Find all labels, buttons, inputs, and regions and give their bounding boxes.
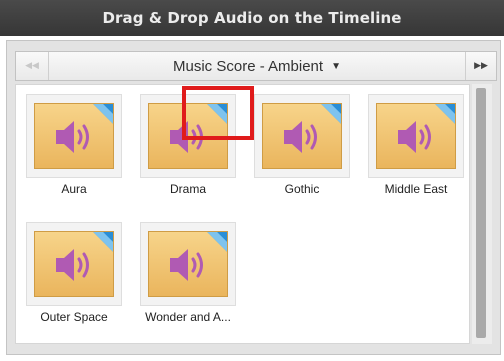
category-bar: ◀◀ Music Score - Ambient ▼ ▶▶ (15, 51, 497, 81)
audio-thumbnail[interactable] (26, 222, 122, 306)
audio-thumbnail[interactable] (140, 222, 236, 306)
speaker-icon-wrap (168, 246, 210, 288)
audio-item-label: Aura (61, 182, 87, 196)
speaker-icon (56, 249, 89, 281)
category-label: Music Score - Ambient (173, 57, 324, 75)
audio-thumbnail[interactable] (26, 94, 122, 178)
speaker-icon (398, 121, 431, 153)
scrollbar[interactable] (472, 84, 492, 344)
audio-thumbnail[interactable] (368, 94, 464, 178)
audio-item-label: Gothic (284, 182, 320, 196)
window-title: Drag & Drop Audio on the Timeline (0, 0, 504, 36)
audio-tile (148, 231, 228, 297)
blue-corner-icon (93, 104, 113, 124)
speaker-icon (170, 249, 203, 281)
blue-corner-icon (93, 232, 113, 252)
audio-tile (376, 103, 456, 169)
audio-item[interactable]: Middle East (368, 94, 464, 196)
speaker-icon-wrap (54, 118, 96, 160)
audio-item-label: Drama (169, 182, 206, 196)
scrollbar-thumb[interactable] (476, 88, 486, 338)
chevron-down-icon: ▼ (331, 60, 341, 72)
speaker-icon (284, 121, 317, 153)
audio-item-label: Wonder and A... (145, 310, 231, 324)
speaker-icon-wrap (396, 118, 438, 160)
audio-item[interactable]: Aura (26, 94, 122, 196)
fast-forward-icon: ▶▶ (474, 61, 488, 71)
audio-tile (262, 103, 342, 169)
audio-thumbnail[interactable] (254, 94, 350, 178)
audio-item-label: Middle East (384, 182, 448, 196)
audio-item[interactable]: Wonder and A... (140, 222, 236, 324)
audio-item-label: Outer Space (40, 310, 108, 324)
prev-category-button[interactable]: ◀◀ (16, 52, 49, 80)
blue-corner-icon (207, 232, 227, 252)
speaker-icon (56, 121, 89, 153)
next-category-button[interactable]: ▶▶ (465, 52, 496, 80)
speaker-icon-wrap (282, 118, 324, 160)
audio-item[interactable]: Outer Space (26, 222, 122, 324)
speaker-icon-wrap (54, 246, 96, 288)
blue-corner-icon (321, 104, 341, 124)
highlight-box (182, 86, 254, 140)
category-dropdown[interactable]: Music Score - Ambient ▼ (48, 52, 466, 80)
audio-tile (34, 231, 114, 297)
audio-item[interactable]: Gothic (254, 94, 350, 196)
audio-tile (34, 103, 114, 169)
blue-corner-icon (435, 104, 455, 124)
rewind-icon: ◀◀ (25, 61, 39, 71)
